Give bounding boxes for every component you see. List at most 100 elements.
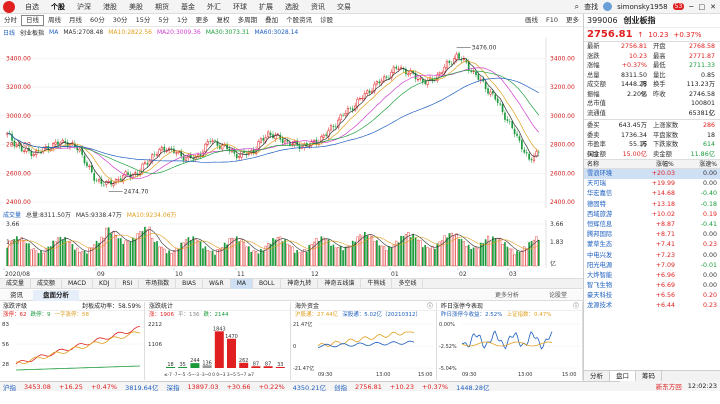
indicator-tab[interactable]: BOLL [253,278,282,289]
quote-bottom-tabs: 分析 盘口 筹码 [584,370,720,381]
menu-item[interactable]: 沪深 [71,0,97,14]
indicator-tab[interactable]: W&R [203,278,231,289]
period-button[interactable]: 复权 [213,14,234,27]
indicator-tab[interactable]: MACD [62,278,94,289]
list-item[interactable]: 西域旅游 +10.02 0.19 [584,210,720,220]
col-speed[interactable]: 涨速% [674,160,717,168]
avatar[interactable] [603,2,613,11]
menu-item[interactable]: 交易 [331,0,357,14]
list-item[interactable]: 龙源技术 +6.44 0.23 [584,301,720,311]
user-name[interactable]: simonsky1958 [617,3,668,11]
indicator-tab[interactable]: 多空线 [392,278,424,289]
list-item[interactable]: 天可瑞 +19.99 0.00 [584,179,720,189]
search-label[interactable]: 查找 [584,2,598,12]
menu-item[interactable]: 期货 [149,0,175,14]
volume-bar [168,250,170,266]
menu-item[interactable]: 个股 [45,0,71,14]
menu-item[interactable]: 基金 [175,0,201,14]
panel-title: 昨日涨停今表现 [441,303,484,310]
indicator-tab[interactable]: 牛熊线 [361,278,393,289]
list-item[interactable]: 阳光电源 +7.09 -0.01 [584,261,720,271]
candle-body [525,152,528,154]
search-icon[interactable]: ⌕ [575,2,579,12]
tab-chips[interactable]: 筹码 [636,371,662,381]
forum-link[interactable]: 论股堂 [539,290,577,301]
menu-item[interactable]: 外汇 [201,0,227,14]
menu-item[interactable]: 选股 [279,0,305,14]
indicator-tab[interactable]: 市场指数 [139,278,177,289]
sz-index-label[interactable]: 深指 [166,382,179,392]
tab-analysis[interactable]: 分析 [584,371,610,381]
indicator-tab[interactable]: 成交量 [0,278,32,289]
quote-stat-cell: 65381亿 [688,109,715,117]
menu-item[interactable]: 扩展 [253,0,279,14]
minimize-icon[interactable]: ─ [689,3,693,11]
period-button[interactable]: 30分 [109,14,132,27]
menu-item[interactable]: 美股 [123,0,149,14]
toolbar-right-button[interactable]: F10 [542,14,562,27]
col-name[interactable]: 名称 [587,160,630,168]
cy-index-label[interactable]: 创指 [334,382,347,392]
more-analysis-link[interactable]: 更多分析 [485,290,529,301]
bar-value-label: 87 [265,361,271,367]
indicator-tab[interactable]: 神奇五线谱 [318,278,362,289]
period-button[interactable]: 日线 [21,14,44,26]
col-pct[interactable]: 涨幅% [630,160,674,168]
candle-body [523,149,526,153]
indicator-tab[interactable]: 成交额 [31,278,63,289]
list-item[interactable]: 豪天科技 +6.56 0.20 [584,291,720,301]
indicator-tab[interactable]: 神奇九转 [281,278,319,289]
menu-item[interactable]: 环球 [227,0,253,14]
volume-bar [107,227,110,266]
message-badge[interactable]: 53 [672,3,685,10]
period-button[interactable]: 更多 [192,14,213,27]
period-button[interactable]: 个股资讯 [282,14,316,27]
list-item[interactable]: 德固特 +13.18 -0.18 [584,200,720,210]
indicator-tab[interactable]: MA [230,278,253,289]
period-button[interactable]: 1分 [173,14,192,27]
indicator-tab[interactable]: KDJ [93,278,117,289]
period-button[interactable]: 60分 [86,14,109,27]
list-item[interactable]: 腾邦国际 +8.71 0.00 [584,230,720,240]
volume-chart[interactable]: 3.663.661.831.83亿 [0,220,583,268]
volume-label[interactable]: 成交量 [3,210,21,219]
sh-index-label[interactable]: 沪指 [3,382,16,392]
period-button[interactable]: 多周期 [234,14,262,27]
list-item[interactable]: 中电兴发 +7.23 0.00 [584,251,720,261]
ma-label[interactable]: MA [49,29,58,36]
list-item[interactable]: 大烨智能 +6.96 0.00 [584,271,720,281]
tab-orderbook[interactable]: 盘口 [610,371,636,381]
tab-news[interactable]: 资讯 [0,290,33,301]
news-ticker[interactable]: 新东方回 [656,381,682,391]
period-button[interactable]: 诊股 [316,14,337,27]
period-button[interactable]: 周线 [44,14,65,27]
indicator-tab[interactable]: BIAS [176,278,203,289]
menu-item[interactable]: 自选 [19,0,45,14]
list-item[interactable]: 智飞生物 +6.69 0.00 [584,281,720,291]
info-icon[interactable]: ⓘ [573,302,579,310]
close-icon[interactable]: ✕ [710,3,716,11]
list-item[interactable]: 恒辉信息 +8.87 -0.41 [584,220,720,230]
list-item[interactable]: 华宏嘉信 +14.68 -0.40 [584,189,720,199]
list-item[interactable]: 蒙草生态 +7.41 0.23 [584,240,720,250]
toolbar-right-button[interactable]: 画线 [521,14,542,27]
period-button[interactable]: 叠加 [261,14,282,27]
info-icon[interactable]: ⓘ [427,302,433,310]
tab-market-analysis[interactable]: 盘面分析 [33,289,79,301]
menu-item[interactable]: 港股 [97,0,123,14]
limit-up-line [15,326,141,365]
maximize-icon[interactable]: □ [699,3,706,11]
quote-breadth-cell: 上涨家数 [653,122,679,129]
period-button[interactable]: 月线 [65,14,86,27]
period-button[interactable]: 5分 [154,14,173,27]
toolbar-right-button[interactable]: 更多 [562,14,583,27]
indicator-tab[interactable]: RSI [116,278,140,289]
candlestick-chart[interactable]: 3400.00 3400.00 3200.00 3200.00 3000.00 3000.… [0,38,583,208]
menu-item[interactable]: 资讯 [305,0,331,14]
period-button[interactable]: 15分 [132,14,155,27]
candle-body [61,139,64,143]
volume-bar [81,251,84,267]
list-item[interactable]: 雪浪环境 +20.03 0.00 [584,169,720,180]
sz-index-value: 13897.03 [187,382,219,391]
period-button[interactable]: 分时 [0,14,21,27]
